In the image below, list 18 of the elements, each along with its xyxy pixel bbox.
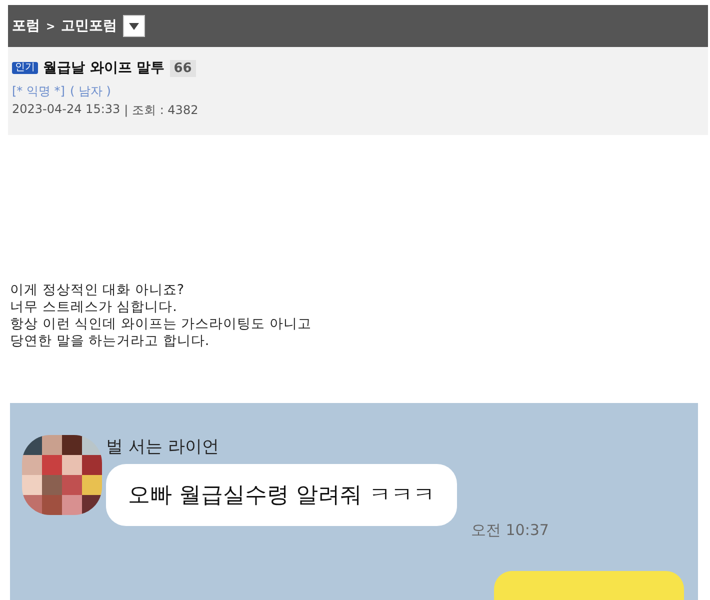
- sender-name: 벌 서는 라이언: [106, 436, 220, 458]
- board-link[interactable]: 고민포럼: [61, 17, 118, 35]
- message-time: 오전 10:37: [470, 521, 549, 540]
- post-date: 2023-04-24 15:33: [12, 102, 120, 118]
- post-title: 월급날 와이프 말투: [43, 59, 165, 77]
- body-text-line: 항상 이런 식인데 와이프는 가스라이팅도 아니고: [10, 316, 312, 333]
- dropdown-button[interactable]: [123, 15, 146, 37]
- body-text-line: 당연한 말을 하는거라고 합니다.: [10, 333, 210, 350]
- body-text-line: 너무 스트레스가 심합니다.: [10, 299, 178, 316]
- breadcrumb-separator: >: [46, 20, 56, 32]
- popular-badge: 인기: [12, 62, 38, 74]
- comment-count: 66: [170, 60, 196, 76]
- forum-link[interactable]: 포럼: [12, 17, 40, 35]
- caret-icon: [129, 22, 140, 30]
- body-text-line: 이게 정상적인 대화 아니죠?: [10, 282, 186, 299]
- view-count: | 조회 : 4382: [124, 102, 198, 119]
- author-gender: ( 남자 ): [70, 83, 111, 100]
- message-bubble: 오빠 월급실수령 알려줘 ㅋㅋㅋ: [106, 464, 457, 526]
